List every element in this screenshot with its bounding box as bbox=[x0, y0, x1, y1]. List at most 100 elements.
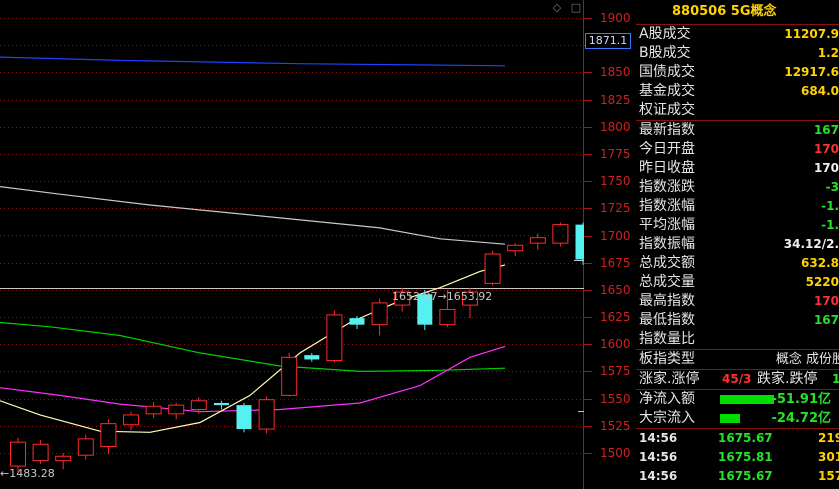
tick-row: 14:56 1675.81 301 bbox=[636, 448, 839, 467]
candle-body bbox=[552, 224, 569, 244]
candle-body bbox=[123, 414, 139, 426]
scale-tick bbox=[584, 425, 592, 427]
index-stat-label: 平均涨幅 bbox=[639, 217, 695, 233]
index-stat-label: 最高指数 bbox=[639, 293, 695, 309]
index-stat-label: 最低指数 bbox=[639, 312, 695, 328]
index-stat-value: 170 bbox=[813, 294, 839, 308]
scale-tick bbox=[584, 262, 592, 264]
index-stat-row: 最高指数 170 bbox=[636, 292, 839, 311]
turnover-value: 1.2 bbox=[817, 46, 839, 60]
turnover-value: 11207.9 bbox=[784, 27, 839, 41]
price-label: 1600 bbox=[600, 337, 631, 352]
tick-row: 14:56 1675.67 157 bbox=[636, 467, 839, 486]
kline-chart[interactable]: 1652.97→1653.92 ←1483.28 bbox=[0, 0, 584, 489]
scale-tick bbox=[584, 181, 592, 183]
scale-tick bbox=[584, 208, 592, 210]
candle-body bbox=[575, 224, 584, 260]
price-label: 1525 bbox=[600, 418, 631, 433]
tick-time: 14:56 bbox=[639, 469, 678, 483]
candle-body bbox=[32, 443, 49, 462]
index-stat-label: 指数量比 bbox=[639, 331, 695, 347]
net-inflow-value: -51.91亿 bbox=[771, 392, 831, 407]
index-stat-row: 指数涨跌 -3 bbox=[636, 178, 839, 197]
index-stat-row: 指数涨幅 -1. bbox=[636, 197, 839, 216]
price-scale: ◇ □ 190018751850182518001775175017251700… bbox=[553, 0, 636, 489]
maximize-icon[interactable]: □ bbox=[570, 2, 582, 14]
scale-tick bbox=[584, 153, 592, 155]
candle-body bbox=[77, 438, 94, 456]
index-stat-value: -3 bbox=[825, 180, 839, 194]
block-inflow-row: 大宗流入 -24.72亿 bbox=[636, 409, 839, 428]
price-label: 1550 bbox=[600, 391, 631, 406]
ma-blue-line bbox=[0, 56, 506, 67]
price-label: 1850 bbox=[600, 65, 631, 80]
low-annotation: ←1483.28 bbox=[0, 467, 55, 480]
candle-body bbox=[10, 441, 26, 467]
candle-body bbox=[213, 402, 229, 406]
turnover-row: A股成交 11207.9 bbox=[636, 25, 839, 44]
index-stat-row: 最低指数 167 bbox=[636, 311, 839, 330]
candle-body bbox=[236, 405, 252, 430]
candle-body bbox=[168, 404, 185, 415]
advance-value: 45/3 bbox=[722, 372, 752, 386]
tick-row: 14:56 1675.67 219 bbox=[636, 429, 839, 448]
candle-body bbox=[100, 423, 117, 447]
block-inflow-value: -24.72亿 bbox=[771, 411, 831, 426]
price-label: 1625 bbox=[600, 310, 631, 325]
high-annotation: 1652.97→1653.92 bbox=[392, 290, 492, 303]
turnover-row: 基金成交 684.0 bbox=[636, 82, 839, 101]
current-price-marker: 1871.1 bbox=[585, 33, 631, 49]
block-inflow-bar bbox=[720, 414, 740, 423]
index-stat-label: 今日开盘 bbox=[639, 141, 695, 157]
index-stat-row: 指数量比 bbox=[636, 330, 839, 349]
price-label: 1675 bbox=[600, 255, 631, 270]
advance-decline-row: 涨家.涨停 45/3 跌家.跌停 1 bbox=[636, 370, 839, 389]
turnover-label: 权证成交 bbox=[639, 102, 695, 118]
tick-price: 1675.81 bbox=[718, 450, 773, 464]
index-type-row: 板指类型 概念 成份股 bbox=[636, 350, 839, 369]
index-stat-value: 632.8 bbox=[801, 256, 839, 270]
scale-tick bbox=[584, 289, 592, 291]
index-stat-value: 170 bbox=[813, 142, 839, 156]
net-inflow-row: 净流入额 -51.91亿 bbox=[636, 390, 839, 409]
turnover-label: 国债成交 bbox=[639, 64, 695, 80]
scale-tick bbox=[584, 317, 592, 319]
candle-body bbox=[439, 308, 456, 326]
index-stat-row: 总成交额 632.8 bbox=[636, 254, 839, 273]
turnover-label: 基金成交 bbox=[639, 83, 695, 99]
candle-body bbox=[349, 318, 365, 325]
scale-tick bbox=[584, 18, 592, 19]
tick-vol: 219 bbox=[818, 431, 839, 445]
index-stat-value: -1. bbox=[821, 199, 839, 213]
candle-body bbox=[281, 356, 298, 396]
index-stat-row: 指数振幅 34.12/2. bbox=[636, 235, 839, 254]
price-label: 1650 bbox=[600, 282, 631, 297]
index-stat-value: 167 bbox=[813, 313, 839, 327]
index-stat-row: 今日开盘 170 bbox=[636, 140, 839, 159]
restore-icon[interactable]: ◇ bbox=[551, 2, 563, 14]
index-stat-value: 34.12/2. bbox=[783, 237, 839, 251]
turnover-value: 684.0 bbox=[801, 84, 839, 98]
turnover-value: 12917.6 bbox=[784, 65, 839, 79]
scale-tick bbox=[584, 99, 592, 101]
candle-body bbox=[55, 455, 72, 462]
index-stat-label: 指数涨幅 bbox=[639, 198, 695, 214]
scale-tick bbox=[584, 398, 592, 400]
scale-tick bbox=[584, 371, 592, 373]
tick-vol: 301 bbox=[818, 450, 839, 464]
candle-body bbox=[145, 405, 162, 415]
turnover-row: 权证成交 bbox=[636, 101, 839, 120]
price-label: 1575 bbox=[600, 364, 631, 379]
price-label: 1500 bbox=[600, 446, 631, 460]
tick-vol: 157 bbox=[818, 469, 839, 483]
tick-price: 1675.67 bbox=[718, 431, 773, 445]
index-stat-row: 平均涨幅 -1. bbox=[636, 216, 839, 235]
candle-body bbox=[258, 399, 275, 430]
tick-time: 14:56 bbox=[639, 431, 678, 445]
price-label: 1700 bbox=[600, 228, 631, 243]
index-stat-label: 指数振幅 bbox=[639, 236, 695, 252]
ma-green-line bbox=[0, 321, 506, 373]
scale-tick bbox=[584, 344, 592, 346]
tick-time: 14:56 bbox=[639, 450, 678, 464]
price-label: 1825 bbox=[600, 92, 631, 107]
